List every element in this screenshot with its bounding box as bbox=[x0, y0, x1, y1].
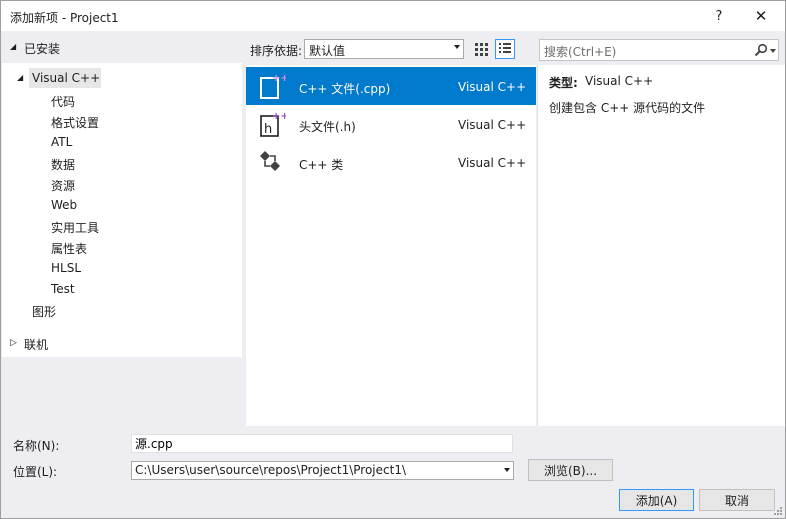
tree-node-utility[interactable]: 实用工具 bbox=[51, 219, 99, 236]
template-language: Visual C++ bbox=[458, 118, 527, 132]
expand-triangle-icon[interactable]: ▷ bbox=[10, 338, 17, 348]
tree-node-code[interactable]: 代码 bbox=[51, 93, 75, 110]
collapse-triangle-icon[interactable]: ◢ bbox=[17, 73, 23, 82]
form-area: 名称(N): 位置(L): C:\Users\user\source\repos… bbox=[1, 426, 785, 518]
cancel-button[interactable]: 取消 bbox=[699, 489, 775, 511]
template-language: Visual C++ bbox=[458, 156, 527, 170]
grid-view-icon bbox=[475, 43, 488, 56]
template-toolbar: 排序依据: 默认值 搜索(Ctrl+E) bbox=[245, 31, 785, 65]
tree-node-atl[interactable]: ATL bbox=[51, 135, 72, 149]
location-dropdown[interactable]: C:\Users\user\source\repos\Project1\Proj… bbox=[131, 461, 514, 480]
cpp-file-icon: ++ bbox=[260, 73, 286, 99]
tree-node-data[interactable]: 数据 bbox=[51, 156, 75, 173]
search-icon[interactable] bbox=[754, 43, 768, 57]
template-list: ++ C++ 文件(.cpp) Visual C++ h ++ 头文件(.h) … bbox=[246, 65, 536, 426]
browse-button[interactable]: 浏览(B)... bbox=[528, 459, 613, 481]
svg-text:++: ++ bbox=[272, 73, 286, 84]
template-item-header-file[interactable]: h ++ 头文件(.h) Visual C++ bbox=[246, 105, 536, 143]
header-file-icon: h ++ bbox=[260, 111, 286, 137]
tree-node-test[interactable]: Test bbox=[51, 282, 75, 296]
online-label: 联机 bbox=[24, 338, 49, 352]
search-input[interactable]: 搜索(Ctrl+E) bbox=[539, 39, 779, 61]
list-view-icon bbox=[499, 43, 511, 53]
category-pane: ◢ 已安装 ◢ Visual C++ 代码 格式设置 ATL 数据 资源 Web… bbox=[2, 31, 242, 426]
category-tree: ◢ Visual C++ 代码 格式设置 ATL 数据 资源 Web 实用工具 … bbox=[2, 63, 242, 357]
tree-node-hlsl[interactable]: HLSL bbox=[51, 261, 81, 275]
chevron-down-icon bbox=[504, 468, 510, 472]
cpp-class-icon bbox=[260, 151, 280, 171]
sort-value: 默认值 bbox=[309, 44, 346, 58]
details-pane: 类型: Visual C++ 创建包含 C++ 源代码的文件 bbox=[537, 65, 785, 426]
sort-label: 排序依据: bbox=[250, 44, 303, 58]
collapse-triangle-icon[interactable]: ◢ bbox=[10, 42, 16, 51]
template-name: 头文件(.h) bbox=[299, 120, 356, 134]
location-label: 位置(L): bbox=[13, 465, 58, 479]
svg-text:++: ++ bbox=[272, 111, 286, 122]
tree-node-formatting[interactable]: 格式设置 bbox=[51, 114, 99, 131]
tree-node-label: Visual C++ bbox=[32, 71, 101, 85]
title-bar: 添加新项 - Project1 ? ✕ bbox=[1, 1, 785, 31]
tree-node-resource[interactable]: 资源 bbox=[51, 177, 75, 194]
list-view-button[interactable] bbox=[495, 39, 515, 59]
template-language: Visual C++ bbox=[458, 80, 527, 94]
type-label: 类型: bbox=[549, 76, 578, 90]
grid-view-button[interactable] bbox=[471, 39, 491, 59]
template-item-cpp-class[interactable]: C++ 类 Visual C++ bbox=[246, 143, 536, 181]
add-button[interactable]: 添加(A) bbox=[619, 489, 694, 511]
resize-grip-icon[interactable] bbox=[773, 506, 783, 516]
type-value: Visual C++ bbox=[585, 74, 654, 88]
name-label: 名称(N): bbox=[13, 439, 60, 453]
online-header[interactable]: ▷ 联机 bbox=[2, 331, 242, 355]
tree-node-visual-cpp[interactable]: Visual C++ bbox=[29, 68, 101, 88]
installed-label: 已安装 bbox=[24, 42, 61, 56]
template-item-cpp-file[interactable]: ++ C++ 文件(.cpp) Visual C++ bbox=[246, 67, 536, 105]
installed-header[interactable]: ◢ 已安装 bbox=[2, 31, 242, 63]
search-placeholder: 搜索(Ctrl+E) bbox=[544, 45, 617, 59]
search-options-chevron-icon[interactable] bbox=[770, 49, 776, 53]
tree-node-property-sheet[interactable]: 属性表 bbox=[51, 240, 87, 257]
svg-text:h: h bbox=[264, 122, 272, 137]
name-input[interactable] bbox=[131, 434, 513, 453]
template-description: 创建包含 C++ 源代码的文件 bbox=[549, 101, 706, 115]
sort-dropdown[interactable]: 默认值 bbox=[304, 39, 464, 59]
window-title: 添加新项 - Project1 bbox=[10, 11, 119, 25]
tree-node-graphics[interactable]: 图形 bbox=[32, 303, 56, 320]
chevron-down-icon bbox=[454, 45, 460, 49]
template-name: C++ 文件(.cpp) bbox=[299, 82, 391, 96]
close-button[interactable]: ✕ bbox=[743, 1, 779, 31]
template-name: C++ 类 bbox=[299, 158, 344, 172]
help-button[interactable]: ? bbox=[701, 1, 737, 31]
tree-node-web[interactable]: Web bbox=[51, 198, 77, 212]
location-value: C:\Users\user\source\repos\Project1\Proj… bbox=[135, 463, 406, 477]
add-new-item-dialog: 添加新项 - Project1 ? ✕ ◢ 已安装 ◢ Visual C++ 代… bbox=[0, 0, 786, 519]
